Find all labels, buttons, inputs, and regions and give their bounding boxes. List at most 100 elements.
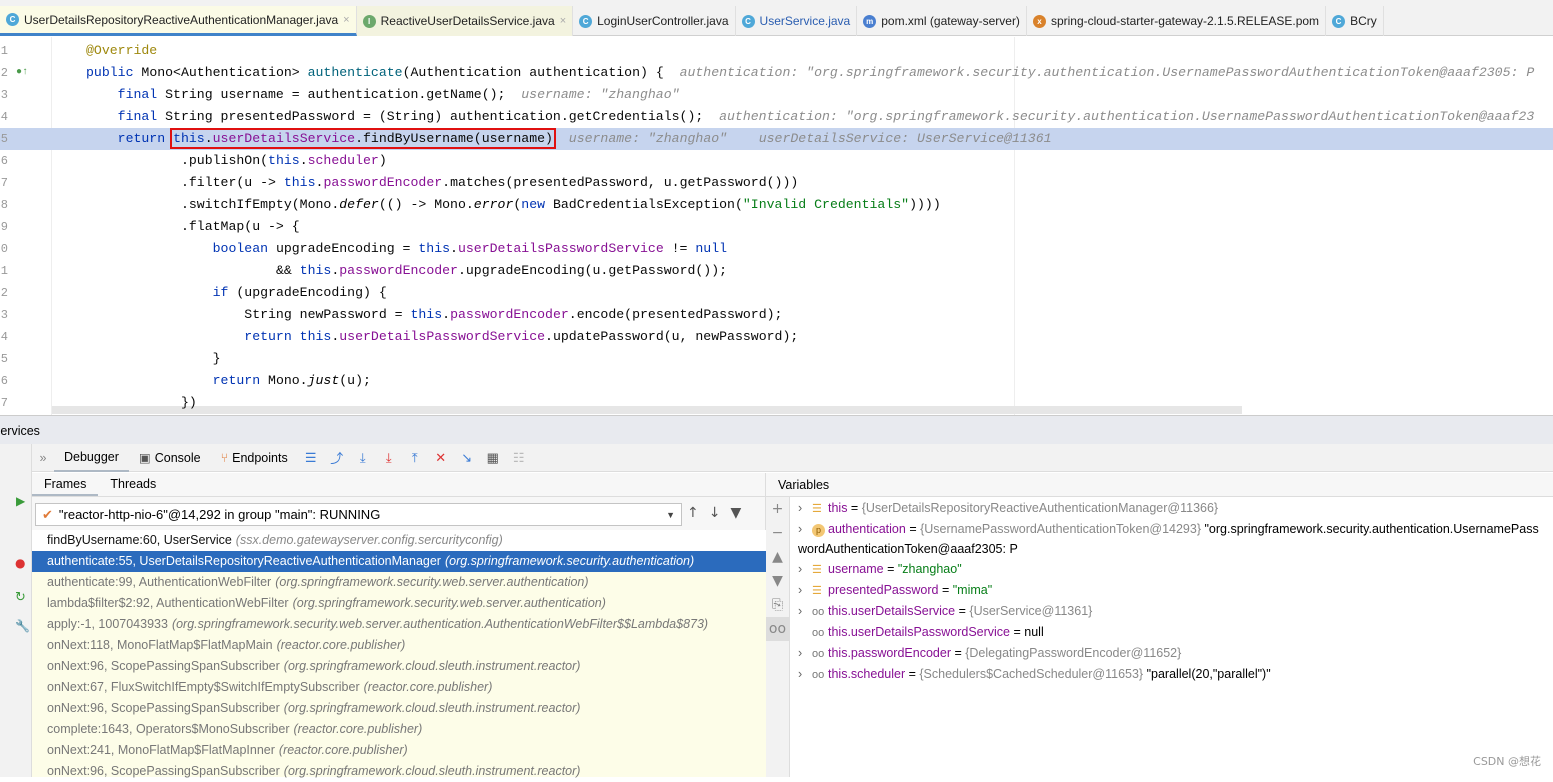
move-down-icon[interactable]: ▼ <box>766 569 789 593</box>
step-out-icon[interactable]: ⤒ <box>402 450 428 466</box>
settings-wrench-icon[interactable]: 🔧 <box>15 619 31 633</box>
code-token: return this <box>244 329 332 344</box>
tab-threads[interactable]: Threads <box>98 473 168 496</box>
variables-list: › ☰ this = {UserDetailsRepositoryReactiveA… <box>766 497 1553 685</box>
class-icon: C <box>6 13 19 26</box>
frame-row[interactable]: onNext:67, FluxSwitchIfEmpty$SwitchIfEmp… <box>32 677 766 698</box>
code-line: 55 return this.userDetailsService.findBy… <box>0 128 1553 150</box>
rerun-icon[interactable]: ↻ <box>15 590 31 605</box>
variable-row[interactable]: › ☰ this = {UserDetailsRepositoryReactiveA… <box>798 498 1545 519</box>
equals: = <box>905 667 920 681</box>
class-icon: C <box>579 14 593 28</box>
tab-label: Console <box>154 450 201 465</box>
equals: = <box>955 604 970 618</box>
close-icon[interactable]: × <box>560 15 566 27</box>
editor-tab[interactable]: C UserService.java <box>736 6 858 36</box>
move-up-icon[interactable]: ▲ <box>766 545 789 569</box>
variable-row[interactable]: › oo this.userDetailsService = {UserServic… <box>798 601 1545 622</box>
remove-watch-icon[interactable]: − <box>766 521 789 545</box>
arrow-down-icon[interactable]: ↓ <box>709 505 721 521</box>
editor-tab[interactable]: I ReactiveUserDetailsService.java × <box>356 6 574 36</box>
breakpoint-error-icon[interactable]: ● <box>15 556 31 570</box>
more-icon[interactable]: » <box>32 451 54 465</box>
code-token: (() -> Mono. <box>378 197 474 212</box>
tab-debugger[interactable]: Debugger <box>54 444 129 472</box>
frame-row[interactable]: onNext:96, ScopePassingSpanSubscriber (or… <box>32 761 766 782</box>
editor-tab[interactable]: x spring-cloud-starter-gateway-2.1.5.RELE… <box>1027 6 1327 36</box>
resume-icon[interactable]: ▶ <box>16 494 31 508</box>
menu-icon[interactable]: ☰ <box>298 450 324 466</box>
endpoints-icon: ⑂ <box>220 450 229 465</box>
frame-row[interactable]: apply:-1, 1007043933 (org.springframework… <box>32 614 766 635</box>
code-token: this <box>283 175 316 190</box>
code-text: String newPassword = this.passwordEncode… <box>86 304 1553 326</box>
chevron-right-icon[interactable]: › <box>798 498 812 518</box>
frame-row[interactable]: onNext:96, ScopePassingSpanSubscriber (or… <box>32 698 766 719</box>
class-icon: C <box>1332 14 1346 28</box>
chevron-right-icon[interactable]: › <box>798 664 812 684</box>
tab-endpoints[interactable]: ⑂ Endpoints <box>211 444 298 472</box>
editor-tab[interactable]: C LoginUserController.java <box>573 6 736 36</box>
copy-icon[interactable]: ⎘ <box>766 593 789 617</box>
frame-row[interactable]: onNext:118, MonoFlatMap$FlatMapMain (reac… <box>32 635 766 656</box>
chevron-right-icon[interactable]: › <box>798 519 812 539</box>
code-editor[interactable]: 51 @Override 52 public Mono<Authentication>… <box>0 37 1553 415</box>
code-line: 62 if (upgradeEncoding) { <box>0 282 1553 304</box>
equals: = <box>905 522 921 536</box>
editor-tab[interactable]: C BCry <box>1326 6 1384 36</box>
frame-row[interactable]: authenticate:55, UserDetailsRepositoryRe… <box>32 551 766 572</box>
run-to-cursor-icon[interactable]: ↘ <box>454 450 480 466</box>
frame-method: complete:1643, Operators$MonoSubscriber <box>47 722 290 736</box>
variable-row[interactable]: oo this.userDetailsPasswordService = null <box>798 622 1545 643</box>
code-token: this <box>418 241 451 256</box>
variable-row[interactable]: › p authentication = {UsernamePasswordAuth… <box>798 519 1545 559</box>
close-icon[interactable]: × <box>343 14 349 26</box>
drop-frame-icon[interactable]: ✕ <box>428 450 454 466</box>
arrow-up-icon[interactable]: ↑ <box>687 505 699 521</box>
chevron-right-icon[interactable]: › <box>798 601 812 621</box>
variable-name: this.scheduler <box>828 667 906 681</box>
code-text: boolean upgradeEncoding = this.userDetai… <box>86 238 1553 260</box>
evaluate-expression-icon[interactable]: ▦ <box>480 450 506 466</box>
frame-row[interactable]: authenticate:99, AuthenticationWebFilter… <box>32 572 766 593</box>
code-token: error <box>473 197 514 212</box>
variable-row[interactable]: › oo this.scheduler = {Schedulers$CachedSc… <box>798 664 1545 685</box>
code-token: this <box>410 307 443 322</box>
frame-row[interactable]: complete:1643, Operators$MonoSubscriber(… <box>32 719 766 740</box>
editor-tab[interactable]: m pom.xml (gateway-server) <box>857 6 1027 36</box>
code-line: 58 .switchIfEmpty(Mono.defer(() -> Mono.… <box>0 194 1553 216</box>
chevron-right-icon[interactable]: › <box>798 559 812 579</box>
tab-frames[interactable]: Frames <box>32 473 99 496</box>
variable-row[interactable]: › oo this.passwordEncoder = {DelegatingPas… <box>798 643 1545 664</box>
variable-row[interactable]: › ☰ username = "zhanghao" <box>798 559 1545 580</box>
editor-tab[interactable]: C UserDetailsRepositoryReactiveAuthentica… <box>0 6 357 36</box>
frame-row[interactable]: lambda$filter$2:92, AuthenticationWebFil… <box>32 593 766 614</box>
chevron-right-icon[interactable]: › <box>798 580 812 600</box>
show-execution-point-icon[interactable]: ⤴ <box>324 448 350 467</box>
frame-package: (org.springframework.security.web.server… <box>292 596 606 610</box>
watches-toggle-icon[interactable]: oo <box>766 617 789 641</box>
thread-selector[interactable]: ✔ "reactor-http-nio-6"@14,292 in group "… <box>35 503 682 526</box>
chevron-right-icon[interactable]: › <box>798 643 812 663</box>
frame-method: onNext:67, FluxSwitchIfEmpty$SwitchIfEmp… <box>47 680 360 694</box>
override-marker-icon[interactable]: ●↑ <box>16 62 28 84</box>
frame-package: (org.springframework.cloud.sleuth.instru… <box>283 764 581 778</box>
variable-row[interactable]: › ☰ presentedPassword = "mima" <box>798 580 1545 601</box>
step-over-icon[interactable]: ⤓ <box>350 450 376 466</box>
frame-package: (org.springframework.cloud.sleuth.instru… <box>283 701 581 715</box>
frame-method: authenticate:99, AuthenticationWebFilter <box>47 575 272 589</box>
frame-row[interactable]: onNext:241, MonoFlatMap$FlatMapInner (rea… <box>32 740 766 761</box>
filter-icon[interactable]: ▼ <box>730 505 741 521</box>
frames-list: findByUsername:60, UserService (ssx.demo.… <box>32 530 766 778</box>
variables-toolbar: + − ▲ ▼ ⎘ oo <box>766 497 790 777</box>
trace-icon[interactable]: ☷ <box>506 450 532 466</box>
code-token: Mono<Authentication> <box>141 65 308 80</box>
frame-row[interactable]: findByUsername:60, UserService (ssx.demo.… <box>32 530 766 551</box>
variable-type: {UserService@11361} <box>969 604 1093 618</box>
force-step-into-icon[interactable]: ⤓ <box>376 450 402 466</box>
tab-console[interactable]: ▣ Console <box>129 444 211 472</box>
add-watch-icon[interactable]: + <box>766 497 789 521</box>
variable-name: username <box>828 562 884 576</box>
variable-name: this <box>828 501 848 515</box>
frame-row[interactable]: onNext:96, ScopePassingSpanSubscriber (or… <box>32 656 766 677</box>
